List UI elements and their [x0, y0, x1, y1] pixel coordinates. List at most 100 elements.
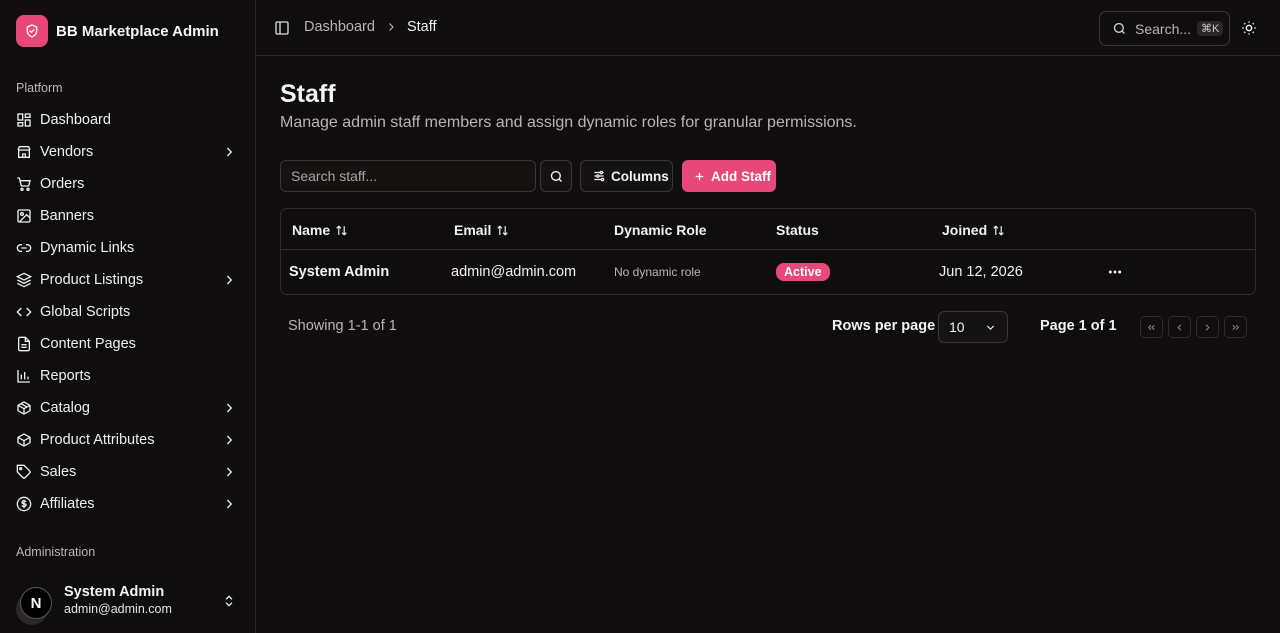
sidebar-item-label: Dashboard: [40, 112, 111, 128]
sidebar-item-reports[interactable]: Reports: [8, 360, 248, 392]
code-icon: [16, 307, 32, 317]
header-label: Joined: [942, 222, 988, 238]
sidebar-item-affiliates[interactable]: Affiliates: [8, 488, 248, 520]
search-submit-button[interactable]: [540, 160, 572, 192]
administration-group-label: Administration: [16, 545, 96, 559]
rows-per-page-select[interactable]: 10: [938, 311, 1008, 343]
showing-count: Showing 1-1 of 1: [288, 318, 397, 334]
sidebar-item-label: Orders: [40, 176, 85, 192]
chevrons-up-down-icon: [225, 595, 233, 607]
divider: [281, 249, 1255, 250]
chevron-right-icon: [226, 435, 233, 445]
sidebar-item-banners[interactable]: Banners: [8, 200, 248, 232]
cart-icon: [17, 177, 31, 191]
sidebar-item-label: Product Listings: [40, 272, 144, 288]
sidebar-item-vendors[interactable]: Vendors: [8, 136, 248, 168]
cell-email: admin@admin.com: [451, 264, 577, 280]
sidebar-toggle-icon[interactable]: [274, 20, 290, 36]
column-header-name[interactable]: Name: [292, 221, 348, 239]
sidebar-item-label: Affiliates: [40, 496, 95, 512]
last-page-button[interactable]: [1224, 316, 1247, 338]
sliders-icon: [594, 170, 605, 182]
dollar-circle-icon: [16, 496, 32, 512]
sidebar-item-dynamic-links[interactable]: Dynamic Links: [8, 232, 248, 264]
tag-icon: [16, 464, 31, 479]
more-horizontal-icon[interactable]: [1107, 264, 1123, 280]
top-bar: Dashboard Staff Search... ⌘K: [256, 0, 1280, 56]
sidebar-item-label: Reports: [40, 368, 91, 384]
dashboard-icon: [17, 113, 31, 127]
column-header-joined[interactable]: Joined: [942, 221, 1005, 239]
add-staff-label: Add Staff: [711, 168, 771, 184]
search-icon: [1113, 22, 1125, 34]
chevron-right-icon: [226, 275, 233, 285]
package-icon: [17, 401, 31, 415]
sidebar-item-product-attributes[interactable]: Product Attributes: [8, 424, 248, 456]
link-icon: [16, 244, 32, 252]
chevron-right-icon: [1205, 323, 1210, 331]
box-icon: [17, 433, 31, 447]
chevron-right-icon: [226, 147, 233, 157]
sun-icon[interactable]: [1241, 20, 1257, 36]
chevron-right-icon: [226, 499, 233, 509]
breadcrumb-dashboard-link[interactable]: Dashboard: [304, 19, 375, 35]
rows-per-page-label: Rows per page: [832, 318, 936, 334]
rows-per-page-value: 10: [949, 319, 965, 335]
sidebar-item-label: Content Pages: [40, 336, 136, 352]
sidebar-item-label: Banners: [40, 208, 95, 224]
sort-icon: [497, 224, 509, 236]
brand-name: BB Marketplace Admin: [56, 22, 219, 40]
column-header-email[interactable]: Email: [454, 221, 509, 239]
breadcrumb-current: Staff: [406, 19, 437, 35]
sidebar-item-label: Vendors: [40, 144, 94, 160]
user-menu[interactable]: N System Admin admin@admin.com: [8, 577, 248, 625]
sidebar-item-label: Dynamic Links: [40, 240, 135, 256]
sidebar-item-global-scripts[interactable]: Global Scripts: [8, 296, 248, 328]
chevron-down-icon: [986, 325, 995, 330]
chevron-right-icon: [226, 467, 233, 477]
cell-dynamic-role: No dynamic role: [614, 265, 701, 279]
plus-icon: [695, 172, 704, 180]
page-subtitle: Manage admin staff members and assign dy…: [280, 114, 857, 131]
staff-table: Name Email Dynamic Role Status Joined Sy…: [280, 208, 1256, 295]
next-page-button[interactable]: [1196, 316, 1219, 338]
header-label: Name: [292, 222, 331, 238]
chevron-right-icon: [389, 23, 394, 31]
header-label: Dynamic Role: [614, 222, 707, 238]
prev-page-button[interactable]: [1168, 316, 1191, 338]
sidebar-item-content-pages[interactable]: Content Pages: [8, 328, 248, 360]
sidebar-item-sales[interactable]: Sales: [8, 456, 248, 488]
platform-group-label: Platform: [16, 81, 63, 95]
chevrons-right-icon: [1232, 324, 1239, 330]
chevron-left-icon: [1177, 323, 1182, 331]
global-search-button[interactable]: Search... ⌘K: [1099, 11, 1230, 46]
avatar: N: [16, 585, 52, 625]
columns-label: Columns: [611, 168, 669, 184]
search-shortcut: ⌘K: [1197, 21, 1224, 36]
user-email: admin@admin.com: [64, 602, 172, 616]
staff-search-input[interactable]: [280, 160, 536, 192]
cell-status: Active: [776, 263, 830, 281]
sidebar-item-catalog[interactable]: Catalog: [8, 392, 248, 424]
header-label: Email: [454, 222, 492, 238]
add-staff-button[interactable]: Add Staff: [682, 160, 776, 192]
sidebar-item-dashboard[interactable]: Dashboard: [8, 104, 248, 136]
image-icon: [17, 209, 31, 223]
cell-name: System Admin: [289, 264, 390, 280]
first-page-button[interactable]: [1140, 316, 1163, 338]
sidebar-item-orders[interactable]: Orders: [8, 168, 248, 200]
chevrons-left-icon: [1148, 324, 1155, 330]
chevron-right-icon: [226, 403, 233, 413]
columns-button[interactable]: Columns: [580, 160, 673, 192]
brand[interactable]: BB Marketplace Admin: [16, 15, 219, 47]
page-title: Staff: [280, 80, 336, 108]
global-search-label: Search...: [1135, 20, 1192, 37]
page-info: Page 1 of 1: [1040, 318, 1117, 334]
bar-chart-icon: [17, 370, 30, 383]
status-badge: Active: [776, 263, 830, 281]
file-icon: [18, 336, 30, 352]
sidebar-item-label: Sales: [40, 464, 77, 480]
sidebar: BB Marketplace Admin Platform Dashboard …: [0, 0, 256, 633]
shield-icon: [16, 15, 48, 47]
sidebar-item-product-listings[interactable]: Product Listings: [8, 264, 248, 296]
